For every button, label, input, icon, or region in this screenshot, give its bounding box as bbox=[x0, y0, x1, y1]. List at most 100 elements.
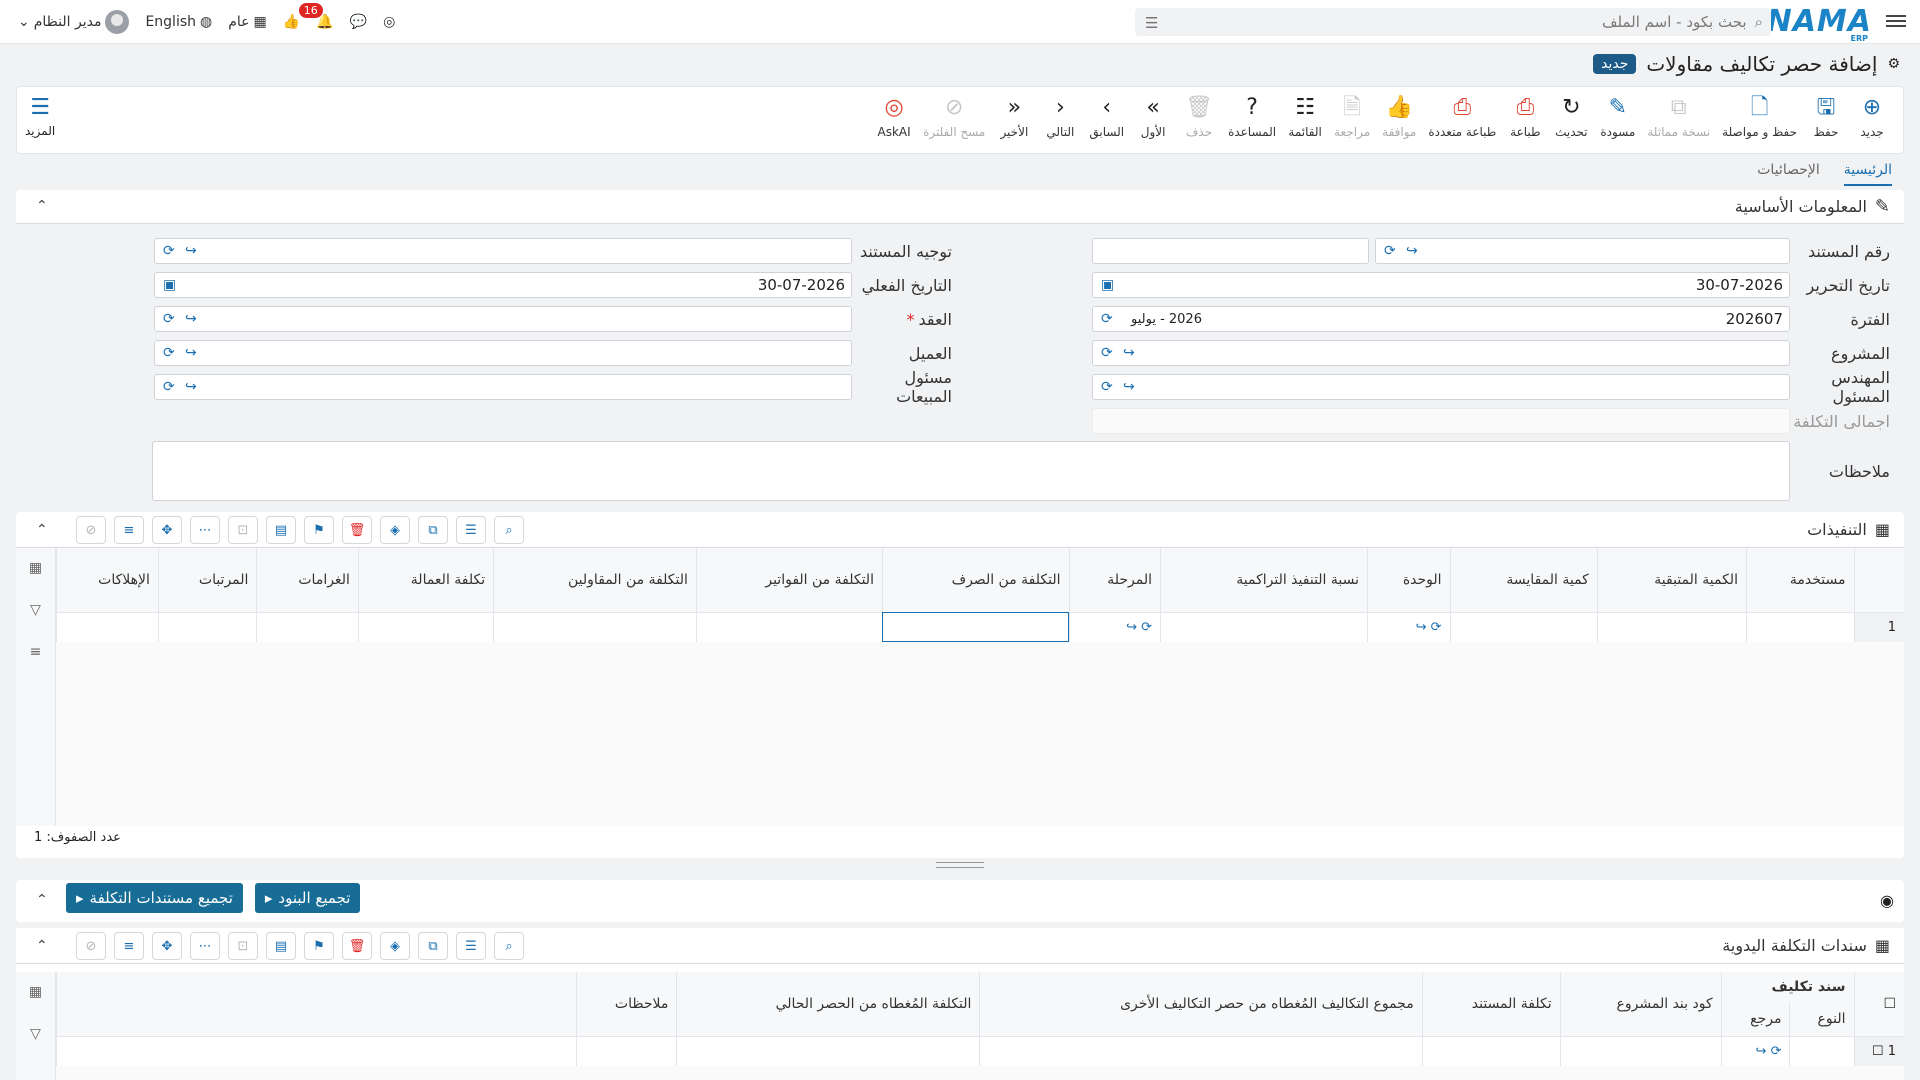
filter-icon[interactable]: ▽ bbox=[30, 1026, 41, 1042]
table-cell[interactable] bbox=[695, 611, 883, 642]
collapse-icon[interactable]: ⌃ bbox=[36, 938, 48, 954]
menu-icon[interactable]: ≡ bbox=[30, 644, 42, 660]
filter-icon[interactable]: ≡ bbox=[114, 932, 144, 960]
table-cell[interactable] bbox=[256, 611, 359, 642]
resize-handle[interactable] bbox=[936, 862, 984, 868]
column-header[interactable]: التكلفة من الصرف bbox=[881, 548, 1069, 612]
column-header[interactable]: المرتبات bbox=[157, 548, 257, 612]
lookup-icon[interactable]: ⟳ bbox=[1101, 311, 1113, 327]
table-cell[interactable] bbox=[493, 611, 697, 642]
duplicate-button[interactable]: ⧉ نسخة مماثلة bbox=[1641, 95, 1716, 139]
doc-no-field[interactable]: ⟳ ↪ bbox=[1375, 238, 1790, 264]
column-header[interactable]: المرحلة bbox=[1068, 548, 1161, 612]
new-button[interactable]: ⊕ جديد bbox=[1849, 95, 1895, 139]
client-field[interactable]: ⟳ ↪ bbox=[154, 340, 852, 366]
contract-field[interactable]: ⟳ ↪ bbox=[154, 306, 852, 332]
table-cell[interactable] bbox=[357, 611, 494, 642]
table-cell[interactable] bbox=[1421, 1035, 1561, 1066]
next-button[interactable]: ‹ التالي bbox=[1037, 95, 1083, 139]
notifications-button[interactable]: 🔔 bbox=[308, 6, 341, 38]
share-icon[interactable]: ↪ bbox=[185, 345, 197, 361]
refresh-button[interactable]: ↻ تحديث bbox=[1548, 95, 1594, 139]
layers-icon[interactable]: ◈ bbox=[380, 932, 410, 960]
lookup-icon[interactable]: ⟳ bbox=[163, 345, 175, 361]
approve-button[interactable]: 👍 موافقة bbox=[1376, 95, 1422, 139]
help-button[interactable]: ? المساعدة bbox=[1222, 95, 1282, 139]
select-all-checkbox[interactable]: ☐ bbox=[1853, 972, 1904, 1036]
clear-filter-icon[interactable]: ⊘ bbox=[76, 516, 106, 544]
trash-icon[interactable]: 🗑 bbox=[342, 932, 372, 960]
search-input[interactable]: ⌕ بحث بكود - اسم الملف ☰ bbox=[1135, 8, 1771, 36]
clear-filter-icon[interactable]: ⊘ bbox=[76, 932, 106, 960]
column-header[interactable]: تكلفة المستند bbox=[1421, 972, 1561, 1036]
row-checkbox[interactable]: ☐ bbox=[1872, 1044, 1884, 1059]
layers-icon[interactable]: ◈ bbox=[380, 516, 410, 544]
collect-items-button[interactable]: ▸ تجميع البنود bbox=[254, 883, 361, 913]
user-menu[interactable]: ⌄ مدير النظام bbox=[10, 6, 137, 38]
lookup-icon[interactable]: ⟳ ↪ bbox=[1126, 620, 1152, 635]
table-cell[interactable] bbox=[157, 611, 257, 642]
first-button[interactable]: » الأول bbox=[1130, 95, 1176, 139]
draft-button[interactable]: ✎ مسودة bbox=[1594, 95, 1641, 139]
calendar-icon[interactable]: ▣ bbox=[1101, 277, 1114, 293]
lookup-icon[interactable]: ⟳ bbox=[1384, 243, 1396, 259]
review-button[interactable]: 🗎 مراجعة bbox=[1328, 95, 1376, 139]
share-icon[interactable]: ↪ bbox=[1123, 345, 1135, 361]
sales-field[interactable]: ⟳ ↪ bbox=[154, 374, 852, 400]
lookup-icon[interactable]: ⟳ bbox=[1101, 379, 1113, 395]
project-field[interactable]: ⟳ ↪ bbox=[1092, 340, 1790, 366]
list-button[interactable]: ☷ القائمة bbox=[1282, 95, 1328, 139]
collect-cost-docs-button[interactable]: ▸ تجميع مستندات التكلفة bbox=[66, 883, 243, 913]
tab-statistics[interactable]: الإحصائيات bbox=[1757, 156, 1820, 186]
column-header[interactable]: مستخدمة bbox=[1745, 548, 1854, 612]
share-icon[interactable]: ↪ bbox=[1123, 379, 1135, 395]
table-cell[interactable] bbox=[1449, 611, 1598, 642]
language-switch[interactable]: English ◍ bbox=[137, 6, 220, 38]
insert-rows-icon[interactable]: ☰ bbox=[456, 932, 486, 960]
menu-icon[interactable] bbox=[1886, 12, 1906, 30]
collapse-icon[interactable]: ⌃ bbox=[36, 198, 48, 214]
lookup-icon[interactable]: ⟳ bbox=[163, 243, 175, 259]
share-icon[interactable]: ↪ bbox=[185, 243, 197, 259]
run-icon[interactable]: ⚑ bbox=[304, 932, 334, 960]
table-cell[interactable] bbox=[1596, 611, 1747, 642]
period-field[interactable]: 202607 2026 - يوليو ⟳ bbox=[1092, 306, 1790, 332]
ai-button[interactable]: ◎ bbox=[375, 6, 403, 38]
column-header[interactable]: مجموع التكاليف المُغطاه من حصر التكاليف … bbox=[979, 972, 1423, 1036]
print-button[interactable]: ⎙ طباعة bbox=[1502, 95, 1548, 139]
clear-filter-button[interactable]: ⊘ مسح الفلترة bbox=[917, 95, 991, 139]
table-row[interactable]: 1 ⟳ ↪ ⟳ ↪ bbox=[56, 611, 1904, 642]
scope-switch[interactable]: عام ▦ bbox=[220, 6, 275, 38]
calendar-icon[interactable]: ▣ bbox=[163, 277, 176, 293]
approvals-button[interactable]: 👍 16 bbox=[275, 3, 323, 38]
fit-columns-icon[interactable]: ⊡ bbox=[228, 932, 258, 960]
save-button[interactable]: 🖫 حفظ bbox=[1803, 95, 1849, 139]
table-cell[interactable] bbox=[979, 1035, 1423, 1066]
column-header[interactable]: الإهلاكات bbox=[56, 548, 159, 612]
table-cell[interactable]: ⟳ ↪ bbox=[1367, 611, 1451, 642]
share-icon[interactable]: ↪ bbox=[185, 379, 197, 395]
column-header[interactable]: الغرامات bbox=[256, 548, 359, 612]
columns-icon[interactable]: ▦ bbox=[29, 984, 42, 1000]
edit-date-field[interactable]: 30-07-2026 ▣ bbox=[1092, 272, 1790, 298]
askai-button[interactable]: ◎ AskAI bbox=[871, 95, 917, 139]
filter-icon[interactable]: ≡ bbox=[114, 516, 144, 544]
filter-icon[interactable]: ▽ bbox=[30, 602, 41, 618]
multi-print-button[interactable]: ⎙ طباعة متعددة bbox=[1422, 95, 1502, 139]
doc-no-secondary-field[interactable] bbox=[1092, 238, 1369, 264]
table-cell[interactable] bbox=[1789, 1035, 1854, 1066]
column-header[interactable]: تكلفة العمالة bbox=[357, 548, 494, 612]
lookup-icon[interactable]: ⟳ ↪ bbox=[1756, 1044, 1782, 1059]
share-icon[interactable]: ↪ bbox=[1406, 243, 1418, 259]
table-icon[interactable]: ▤ bbox=[266, 516, 296, 544]
column-header[interactable]: التكلفة من الفواتير bbox=[695, 548, 883, 612]
insert-rows-icon[interactable]: ☰ bbox=[456, 516, 486, 544]
table-cell[interactable] bbox=[1159, 611, 1368, 642]
play-circle-icon[interactable]: ◉ bbox=[1880, 891, 1894, 910]
table-cell[interactable] bbox=[1745, 611, 1854, 642]
copy-icon[interactable]: ⧉ bbox=[418, 516, 448, 544]
zoom-search-icon[interactable]: ⌕ bbox=[494, 932, 524, 960]
engineer-field[interactable]: ⟳ ↪ bbox=[1092, 374, 1790, 400]
table-cell[interactable] bbox=[676, 1035, 980, 1066]
column-header[interactable]: كمية المقايسة bbox=[1449, 548, 1598, 612]
